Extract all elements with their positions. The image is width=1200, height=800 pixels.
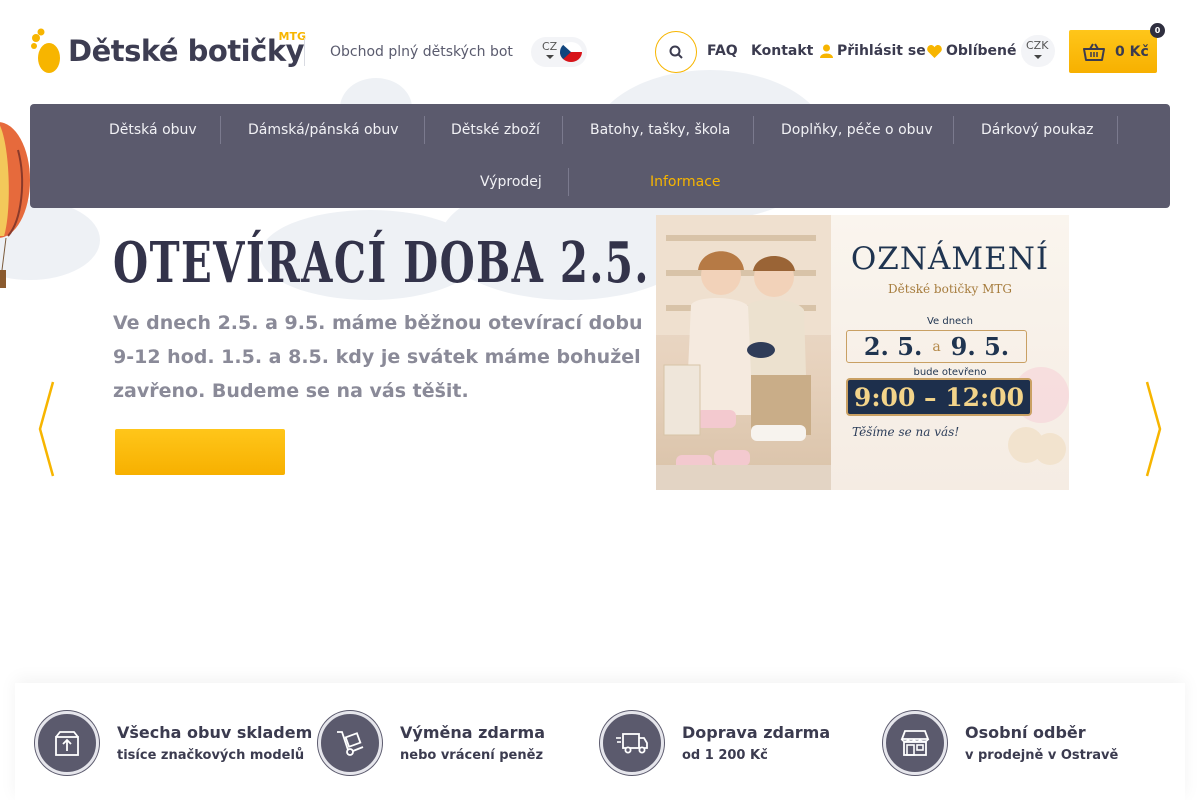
logo-text: Dětské botičky	[68, 34, 305, 68]
banner-time: 9:00 – 12:00	[846, 378, 1032, 416]
storefront-icon	[883, 711, 947, 775]
feature-item: Výměna zdarma nebo vrácení peněz	[318, 711, 545, 775]
nav-item-batohy[interactable]: Batohy, tašky, škola	[590, 122, 730, 138]
czech-flag-icon	[560, 42, 582, 62]
nav-separator	[953, 116, 954, 144]
feature-subtitle: od 1 200 Kč	[682, 748, 768, 763]
feature-item: Všecha obuv skladem tisíce značkových mo…	[35, 711, 312, 775]
hero-cta-button[interactable]	[115, 429, 285, 475]
nav-item-vyprodej[interactable]: Výprodej	[480, 174, 542, 190]
search-icon	[669, 45, 683, 59]
nav-item-informace[interactable]: Informace	[650, 174, 721, 190]
slider-prev-arrow-icon[interactable]	[37, 380, 57, 478]
banner-date-conj: a	[932, 338, 941, 355]
feature-subtitle: tisíce značkových modelů	[117, 748, 305, 763]
contact-link[interactable]: Kontakt	[751, 43, 813, 59]
nav-separator	[562, 116, 563, 144]
banner-title: OZNÁMENÍ	[850, 241, 1050, 277]
feature-subtitle: nebo vrácení peněz	[400, 748, 544, 763]
banner-dates: 2. 5. a 9. 5.	[846, 330, 1027, 363]
header-divider	[304, 38, 305, 66]
cart-count-badge: 0	[1150, 23, 1165, 38]
caret-down-icon	[1034, 55, 1042, 59]
logo[interactable]: Dětské botičky MTG	[30, 28, 307, 74]
feature-title: Doprava zdarma	[682, 723, 831, 742]
faq-link[interactable]: FAQ	[707, 43, 738, 59]
heart-icon	[927, 44, 942, 58]
banner-subtitle: Dětské botičky MTG	[888, 282, 1012, 296]
nav-separator	[424, 116, 425, 144]
hero-text: Ve dnech 2.5. a 9.5. máme běžnou otevíra…	[113, 312, 643, 402]
children-illustration-icon	[656, 215, 831, 490]
cart-total: 0 Kč	[1115, 43, 1149, 60]
children-photo	[656, 215, 831, 490]
feature-title: Osobní odběr	[965, 723, 1086, 742]
banner-footer-icons	[742, 465, 982, 485]
hand-truck-icon	[318, 711, 382, 775]
nav-item-detske-zbozi[interactable]: Dětské zboží	[451, 122, 540, 138]
login-link[interactable]: Přihlásit se	[820, 43, 926, 59]
slider-next-arrow-icon[interactable]	[1143, 380, 1163, 478]
feature-title: Výměna zdarma	[400, 723, 546, 742]
nav-separator	[753, 116, 754, 144]
nav-separator	[220, 116, 221, 144]
currency-switcher[interactable]: CZK	[1021, 35, 1055, 67]
banner-date-1: 2. 5.	[863, 332, 923, 361]
currency-code: CZK	[1026, 39, 1049, 52]
main-navigation: Dětská obuv Dámská/pánská obuv Dětské zb…	[30, 104, 1170, 208]
nav-item-detska-obuv[interactable]: Dětská obuv	[109, 122, 197, 138]
feature-title: Všecha obuv skladem	[117, 723, 313, 742]
footprint-icon	[31, 28, 60, 73]
caret-down-icon	[546, 55, 554, 59]
feature-item: Osobní odběr v prodejně v Ostravě	[883, 711, 1118, 775]
nav-item-darkovy-poukaz[interactable]: Dárkový poukaz	[981, 122, 1093, 138]
banner-ve-dnech: Ve dnech	[926, 316, 974, 327]
search-button[interactable]	[655, 31, 697, 73]
delivery-truck-icon	[600, 711, 664, 775]
banner-otevreno: bude otevřeno	[913, 367, 987, 378]
nav-separator	[1117, 116, 1118, 144]
box-upload-icon	[35, 711, 99, 775]
language-code: CZ	[542, 40, 558, 53]
logo-suffix: MTG	[278, 30, 307, 43]
nav-separator	[568, 168, 569, 196]
nav-item-damska-panska-obuv[interactable]: Dámská/pánská obuv	[248, 122, 399, 138]
favorites-label: Oblíbené	[946, 43, 1017, 59]
feature-item: Doprava zdarma od 1 200 Kč	[600, 711, 830, 775]
tagline: Obchod plný dětských bot	[330, 44, 513, 60]
user-icon	[820, 44, 833, 58]
feature-subtitle: v prodejně v Ostravě	[965, 748, 1119, 763]
nav-item-doplnky[interactable]: Doplňky, péče o obuv	[781, 122, 933, 138]
hot-air-balloon-icon	[0, 122, 30, 288]
basket-icon	[1083, 42, 1105, 61]
banner-tesime: Těšíme se na vás!	[852, 425, 960, 439]
login-label: Přihlásit se	[837, 43, 926, 59]
banner-date-2: 9. 5.	[950, 332, 1010, 361]
cart-button[interactable]: 0 Kč	[1069, 30, 1157, 73]
language-switcher[interactable]: CZ	[531, 37, 587, 67]
site-header: Dětské botičky MTG Obchod plný dětských …	[0, 0, 1200, 104]
favorites-link[interactable]: Oblíbené	[927, 43, 1017, 59]
features-bar: Všecha obuv skladem tisíce značkových mo…	[15, 683, 1185, 800]
